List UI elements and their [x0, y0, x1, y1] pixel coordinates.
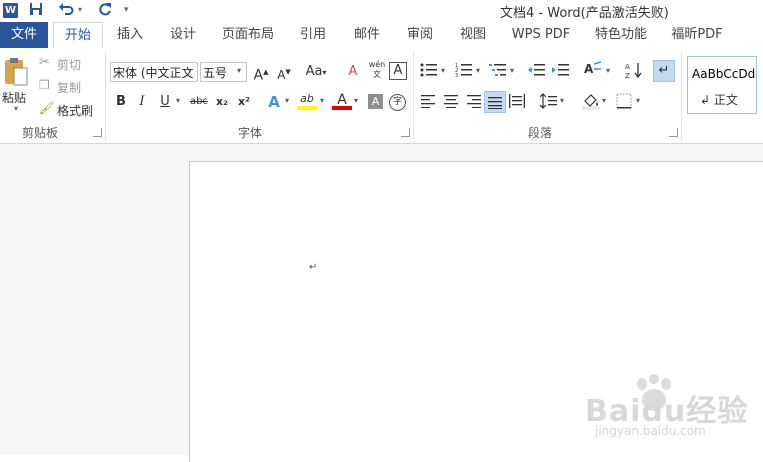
chinese-layout-icon[interactable]: A	[583, 60, 603, 81]
distributed-align-icon[interactable]	[509, 94, 525, 111]
paragraph-shading-icon[interactable]	[582, 92, 600, 113]
italic-icon[interactable]: I	[132, 92, 152, 112]
change-case-icon[interactable]: Aa▾	[303, 62, 329, 82]
borders-dropdown-icon[interactable]: ▾	[636, 96, 640, 105]
copy-button[interactable]: 复制	[57, 79, 81, 96]
tab-home[interactable]: 开始	[53, 22, 103, 50]
line-spacing-icon[interactable]	[539, 93, 558, 112]
bullets-dropdown-icon[interactable]: ▾	[441, 66, 445, 75]
highlight-dropdown-icon[interactable]: ▾	[320, 96, 324, 105]
strikethrough-icon[interactable]: abc	[188, 92, 210, 112]
group-divider	[105, 52, 106, 140]
paragraph-mark: ↵	[309, 262, 318, 273]
bullets-icon[interactable]	[420, 62, 438, 81]
font-name-dropdown-icon[interactable]: ▾	[188, 66, 192, 75]
svg-text:Z: Z	[625, 72, 630, 79]
subscript-icon[interactable]: x₂	[212, 92, 232, 112]
customize-icon[interactable]: ▾	[124, 5, 129, 15]
increase-indent-icon[interactable]	[552, 62, 570, 81]
text-effects-icon[interactable]: A	[264, 92, 284, 112]
redo-icon[interactable]	[96, 2, 114, 20]
font-size-dropdown-icon[interactable]: ▾	[237, 66, 241, 75]
numbering-icon[interactable]: 123	[455, 62, 473, 81]
multilevel-list-dropdown-icon[interactable]: ▾	[510, 66, 514, 75]
font-color-dropdown-icon[interactable]: ▾	[354, 96, 358, 105]
font-name-value: 宋体 (中文正文	[113, 66, 194, 80]
undo-icon[interactable]	[57, 2, 75, 20]
tab-page-layout[interactable]: 页面布局	[218, 22, 278, 48]
phonetic-guide-icon[interactable]: wén 文	[368, 60, 386, 84]
group-divider	[681, 52, 682, 140]
align-left-icon[interactable]	[421, 94, 437, 111]
underline-dropdown-icon[interactable]: ▾	[176, 96, 180, 105]
scissors-icon: ✂	[39, 55, 50, 70]
borders-icon[interactable]	[616, 93, 632, 112]
numbering-dropdown-icon[interactable]: ▾	[476, 66, 480, 75]
word-logo-icon[interactable]: W	[3, 3, 18, 18]
paste-icon[interactable]	[3, 56, 29, 88]
show-paragraph-marks-icon[interactable]: ↵	[653, 60, 675, 82]
tab-design[interactable]: 设计	[163, 22, 203, 48]
character-shading-icon[interactable]: A	[368, 94, 383, 109]
tab-references[interactable]: 引用	[293, 22, 333, 48]
bold-icon[interactable]: B	[111, 92, 131, 112]
sort-icon[interactable]: AZ	[625, 61, 643, 82]
grow-font-icon[interactable]: A▲	[251, 62, 271, 84]
svg-text:A: A	[584, 62, 594, 76]
svg-text:3: 3	[455, 73, 458, 78]
font-size-value: 五号	[203, 66, 228, 80]
font-color-icon[interactable]: A	[332, 92, 352, 112]
align-center-icon[interactable]	[443, 94, 459, 111]
watermark-url: jingyan.baidu.com	[595, 424, 706, 438]
window-title: 文档4 - Word(产品激活失败)	[500, 6, 669, 21]
paragraph-shading-dropdown-icon[interactable]: ▾	[602, 96, 606, 105]
text-effects-dropdown-icon[interactable]: ▾	[285, 96, 289, 105]
style-normal-label: ↲ 正文	[700, 93, 738, 107]
tab-insert[interactable]: 插入	[110, 22, 150, 48]
decrease-indent-icon[interactable]	[528, 62, 546, 81]
svg-text:A: A	[625, 63, 630, 71]
undo-dropdown-icon[interactable]: ▾	[78, 5, 82, 14]
tab-review[interactable]: 审阅	[400, 22, 440, 48]
copy-icon: ❐	[39, 78, 50, 92]
tab-features[interactable]: 特色功能	[589, 22, 653, 48]
clear-formatting-icon[interactable]: A	[343, 62, 363, 82]
tab-foxit-pdf[interactable]: 福昕PDF	[667, 22, 727, 48]
tab-wps-pdf[interactable]: WPS PDF	[508, 22, 574, 48]
clipboard-group-label: 剪贴板	[21, 126, 58, 140]
highlight-icon[interactable]: ab	[297, 92, 317, 112]
format-painter-icon: 🖌	[39, 101, 55, 115]
tab-mailings[interactable]: 邮件	[347, 22, 387, 48]
clipboard-launcher-icon[interactable]	[93, 128, 102, 137]
tab-view[interactable]: 视图	[453, 22, 493, 48]
justify-icon[interactable]	[484, 91, 506, 113]
group-divider	[413, 52, 414, 140]
align-right-icon[interactable]	[465, 94, 481, 111]
paragraph-launcher-icon[interactable]	[669, 128, 678, 137]
line-spacing-dropdown-icon[interactable]: ▾	[560, 96, 564, 105]
underline-icon[interactable]: U	[155, 92, 175, 112]
tab-file[interactable]: 文件	[0, 22, 48, 48]
font-group-label: 字体	[237, 126, 262, 140]
cut-button[interactable]: 剪切	[57, 56, 81, 73]
enclose-characters-icon[interactable]: 字	[389, 94, 406, 111]
format-painter-button[interactable]: 格式刷	[57, 102, 93, 119]
font-launcher-icon[interactable]	[401, 128, 410, 137]
multilevel-list-icon[interactable]	[489, 62, 507, 81]
chinese-layout-dropdown-icon[interactable]: ▾	[606, 66, 610, 75]
font-name-select[interactable]: 宋体 (中文正文	[110, 62, 198, 82]
shrink-font-icon[interactable]: A▼	[274, 62, 294, 82]
style-normal-sample: AaBbCcDd	[692, 67, 756, 81]
paste-dropdown-icon[interactable]: ▾	[14, 104, 18, 113]
paragraph-group-label: 段落	[527, 126, 552, 140]
character-border-icon[interactable]: A	[389, 62, 407, 80]
superscript-icon[interactable]: x²	[234, 92, 254, 112]
save-icon[interactable]	[27, 2, 45, 20]
